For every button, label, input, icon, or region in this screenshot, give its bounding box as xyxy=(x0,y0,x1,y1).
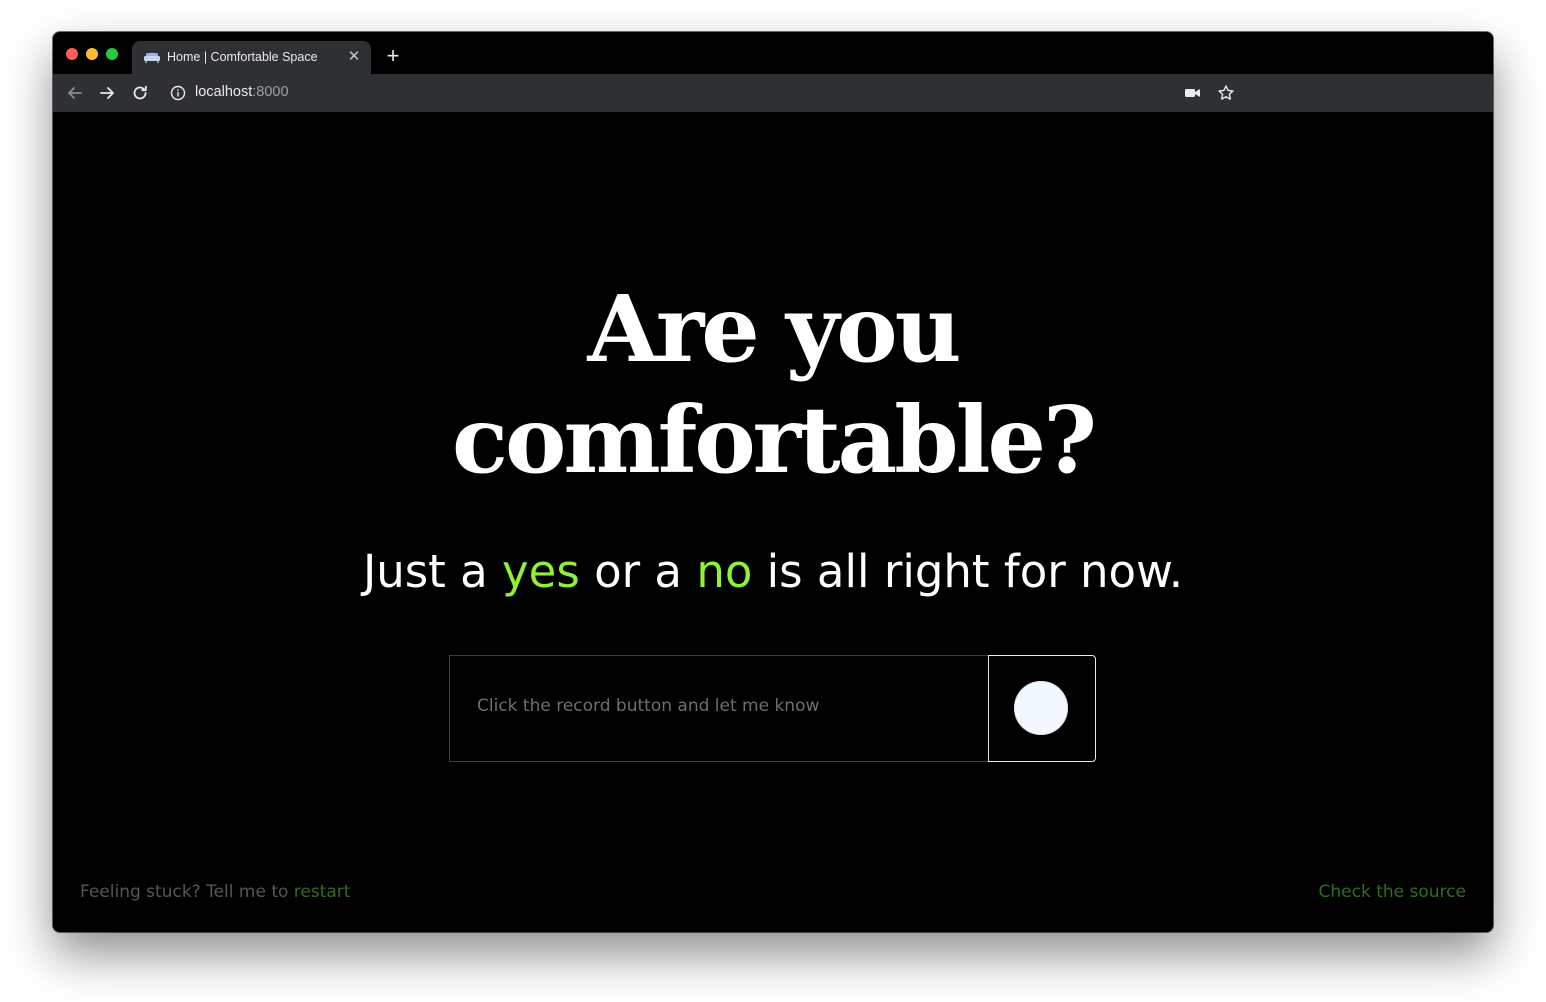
address-bar[interactable]: localhost:8000 xyxy=(195,84,289,100)
arrow-right-icon[interactable] xyxy=(97,83,117,103)
subtitle-yes: yes xyxy=(502,545,580,598)
close-window-button[interactable] xyxy=(66,48,78,60)
browser-toolbar: localhost:8000 xyxy=(53,74,1493,112)
tab-title: Home | Comfortable Space xyxy=(167,50,318,64)
star-icon[interactable] xyxy=(1217,84,1235,102)
record-button[interactable] xyxy=(988,655,1096,762)
record-icon xyxy=(1014,681,1068,735)
reload-icon[interactable] xyxy=(130,83,150,103)
close-icon[interactable]: ✕ xyxy=(346,49,362,65)
subtitle-no: no xyxy=(696,545,753,598)
info-icon[interactable] xyxy=(170,85,186,101)
subtitle: Just a yes or a no is all right for now. xyxy=(53,542,1493,602)
footer-help: Feeling stuck? Tell me to restart xyxy=(80,882,350,902)
restart-link[interactable]: restart xyxy=(294,882,351,902)
headline-line-1: Are you xyxy=(587,275,961,383)
arrow-left-icon[interactable] xyxy=(65,83,85,103)
headline-line-2: comfortable? xyxy=(452,386,1097,494)
browser-window: Home | Comfortable Space ✕ + localhost:8… xyxy=(53,32,1493,932)
page-title: Are you comfortable? xyxy=(53,274,1493,496)
answer-field-container xyxy=(449,655,988,762)
maximize-window-button[interactable] xyxy=(106,48,118,60)
couch-favicon-icon xyxy=(144,53,160,63)
minimize-window-button[interactable] xyxy=(86,48,98,60)
subtitle-part-1: Just a xyxy=(362,545,503,598)
new-tab-button[interactable]: + xyxy=(383,45,403,67)
tab-strip: Home | Comfortable Space ✕ + xyxy=(53,32,1493,74)
url-host: localhost xyxy=(195,84,253,100)
url-port: :8000 xyxy=(252,84,289,100)
video-camera-icon[interactable] xyxy=(1185,86,1201,100)
subtitle-part-2: or a xyxy=(579,545,697,598)
page-content: Are you comfortable? Just a yes or a no … xyxy=(53,112,1493,932)
check-source-link[interactable]: Check the source xyxy=(1319,882,1466,902)
subtitle-part-3: is all right for now. xyxy=(752,545,1184,598)
answer-input[interactable] xyxy=(477,696,967,716)
footer-help-text: Feeling stuck? Tell me to xyxy=(80,882,294,902)
tab-home[interactable]: Home | Comfortable Space ✕ xyxy=(132,41,371,74)
